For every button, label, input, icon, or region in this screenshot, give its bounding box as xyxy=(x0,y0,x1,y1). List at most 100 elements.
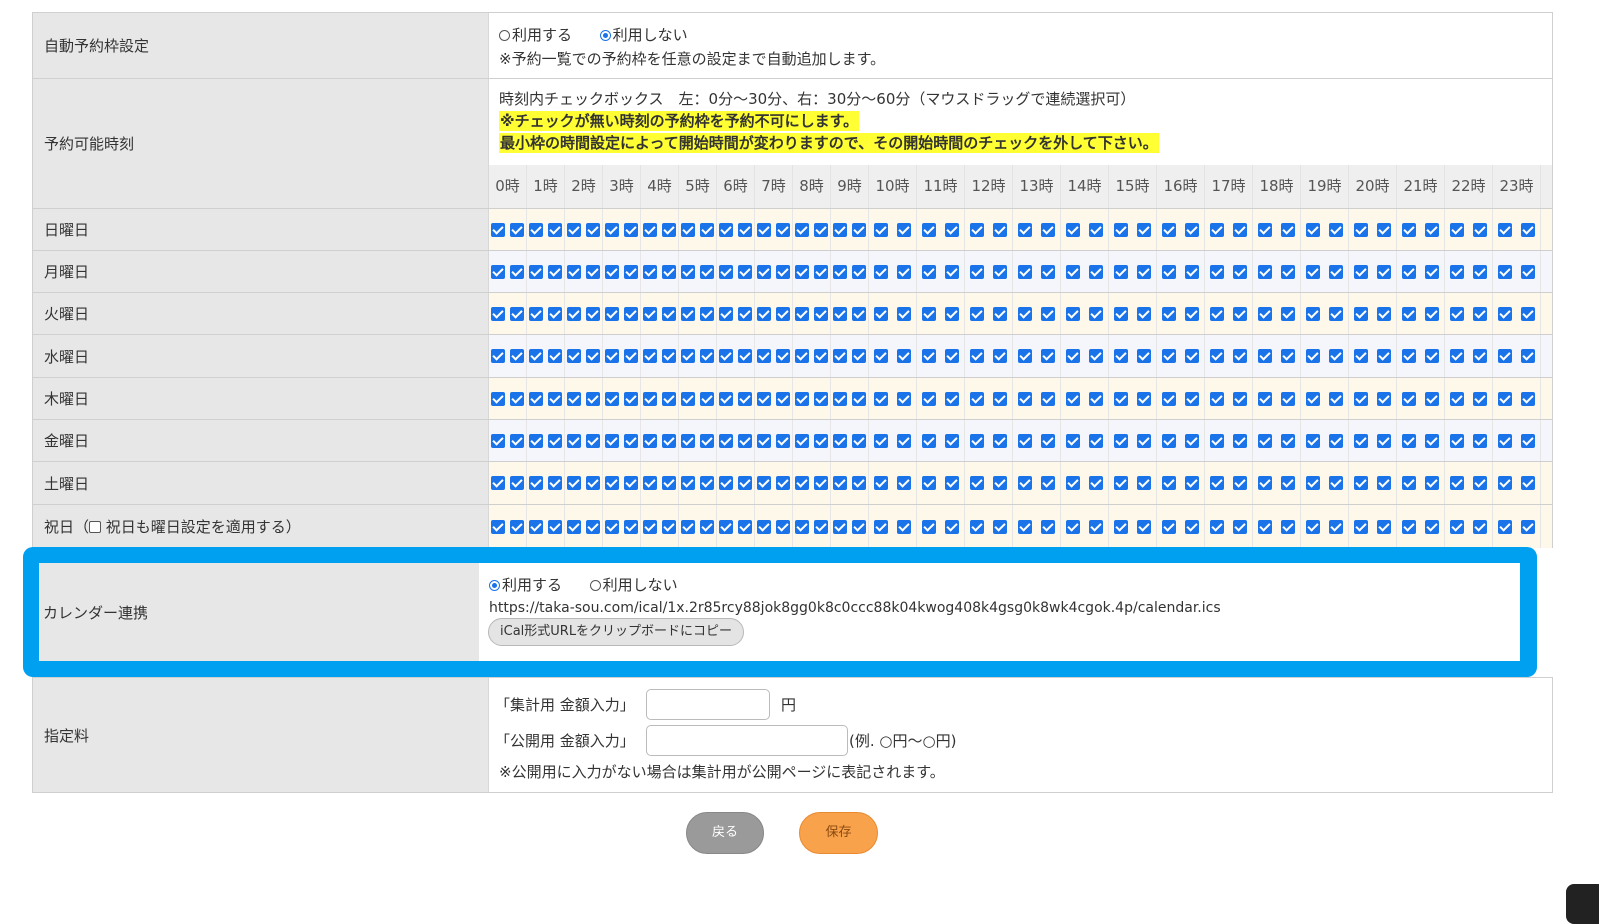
first-half-checkbox[interactable] xyxy=(643,476,658,490)
second-half-checkbox[interactable] xyxy=(1521,349,1536,363)
first-half-checkbox[interactable] xyxy=(491,391,506,406)
first-half-checkbox[interactable] xyxy=(833,476,848,490)
first-half-checkbox[interactable] xyxy=(795,264,810,279)
first-half-checkbox[interactable] xyxy=(681,264,696,279)
first-half-checkbox[interactable] xyxy=(643,391,658,406)
second-half-checkbox[interactable] xyxy=(945,391,960,406)
first-half-checkbox[interactable] xyxy=(1209,349,1224,363)
first-half-checkbox[interactable] xyxy=(1065,519,1080,534)
second-half-checkbox[interactable] xyxy=(547,476,562,490)
first-half-checkbox[interactable] xyxy=(921,264,936,279)
first-half-checkbox[interactable] xyxy=(1401,306,1416,321)
second-half-checkbox[interactable] xyxy=(1329,264,1344,279)
second-half-checkbox[interactable] xyxy=(1185,349,1200,363)
first-half-checkbox[interactable] xyxy=(757,349,772,363)
first-half-checkbox[interactable] xyxy=(491,519,506,534)
corner-widget[interactable] xyxy=(1566,884,1599,924)
first-half-checkbox[interactable] xyxy=(1209,476,1224,490)
second-half-checkbox[interactable] xyxy=(1233,476,1248,490)
second-half-checkbox[interactable] xyxy=(1425,476,1440,490)
second-half-checkbox[interactable] xyxy=(813,264,828,279)
first-half-checkbox[interactable] xyxy=(1113,391,1128,406)
second-half-checkbox[interactable] xyxy=(509,349,524,363)
first-half-checkbox[interactable] xyxy=(529,476,544,490)
first-half-checkbox[interactable] xyxy=(1401,222,1416,237)
first-half-checkbox[interactable] xyxy=(1209,433,1224,448)
first-half-checkbox[interactable] xyxy=(969,222,984,237)
second-half-checkbox[interactable] xyxy=(737,264,752,279)
first-half-checkbox[interactable] xyxy=(1113,476,1128,490)
auto-slot-radio-nouse[interactable]: 利用しない xyxy=(599,26,688,44)
second-half-checkbox[interactable] xyxy=(1089,222,1104,237)
second-half-checkbox[interactable] xyxy=(1137,433,1152,448)
second-half-checkbox[interactable] xyxy=(1473,391,1488,406)
second-half-checkbox[interactable] xyxy=(813,349,828,363)
second-half-checkbox[interactable] xyxy=(1233,264,1248,279)
second-half-checkbox[interactable] xyxy=(1041,264,1056,279)
second-half-checkbox[interactable] xyxy=(661,264,676,279)
second-half-checkbox[interactable] xyxy=(623,264,638,279)
first-half-checkbox[interactable] xyxy=(1497,264,1512,279)
first-half-checkbox[interactable] xyxy=(567,519,582,534)
first-half-checkbox[interactable] xyxy=(795,391,810,406)
second-half-checkbox[interactable] xyxy=(509,306,524,321)
second-half-checkbox[interactable] xyxy=(623,433,638,448)
first-half-checkbox[interactable] xyxy=(1449,519,1464,534)
second-half-checkbox[interactable] xyxy=(737,349,752,363)
second-half-checkbox[interactable] xyxy=(585,222,600,237)
first-half-checkbox[interactable] xyxy=(1065,349,1080,363)
first-half-checkbox[interactable] xyxy=(833,306,848,321)
first-half-checkbox[interactable] xyxy=(1401,476,1416,490)
first-half-checkbox[interactable] xyxy=(1113,433,1128,448)
second-half-checkbox[interactable] xyxy=(1137,349,1152,363)
second-half-checkbox[interactable] xyxy=(1185,306,1200,321)
first-half-checkbox[interactable] xyxy=(529,264,544,279)
first-half-checkbox[interactable] xyxy=(969,433,984,448)
second-half-checkbox[interactable] xyxy=(585,476,600,490)
first-half-checkbox[interactable] xyxy=(681,476,696,490)
first-half-checkbox[interactable] xyxy=(681,222,696,237)
second-half-checkbox[interactable] xyxy=(699,391,714,406)
second-half-checkbox[interactable] xyxy=(1425,433,1440,448)
first-half-checkbox[interactable] xyxy=(1161,349,1176,363)
second-half-checkbox[interactable] xyxy=(585,519,600,534)
first-half-checkbox[interactable] xyxy=(1017,519,1032,534)
save-button[interactable]: 保存 xyxy=(799,812,878,854)
first-half-checkbox[interactable] xyxy=(1113,264,1128,279)
first-half-checkbox[interactable] xyxy=(795,222,810,237)
first-half-checkbox[interactable] xyxy=(643,306,658,321)
first-half-checkbox[interactable] xyxy=(491,349,506,363)
first-half-checkbox[interactable] xyxy=(567,433,582,448)
second-half-checkbox[interactable] xyxy=(1473,222,1488,237)
second-half-checkbox[interactable] xyxy=(1089,476,1104,490)
first-half-checkbox[interactable] xyxy=(1017,433,1032,448)
first-half-checkbox[interactable] xyxy=(1353,519,1368,534)
second-half-checkbox[interactable] xyxy=(585,349,600,363)
calendar-radio-nouse[interactable]: 利用しない xyxy=(589,576,678,594)
first-half-checkbox[interactable] xyxy=(833,391,848,406)
second-half-checkbox[interactable] xyxy=(737,433,752,448)
second-half-checkbox[interactable] xyxy=(945,264,960,279)
second-half-checkbox[interactable] xyxy=(1377,222,1392,237)
first-half-checkbox[interactable] xyxy=(921,349,936,363)
holiday-checkbox[interactable] xyxy=(89,520,102,533)
second-half-checkbox[interactable] xyxy=(1473,349,1488,363)
first-half-checkbox[interactable] xyxy=(605,433,620,448)
second-half-checkbox[interactable] xyxy=(1041,519,1056,534)
first-half-checkbox[interactable] xyxy=(1353,222,1368,237)
first-half-checkbox[interactable] xyxy=(1257,264,1272,279)
first-half-checkbox[interactable] xyxy=(643,222,658,237)
first-half-checkbox[interactable] xyxy=(1353,391,1368,406)
second-half-checkbox[interactable] xyxy=(661,476,676,490)
second-half-checkbox[interactable] xyxy=(737,519,752,534)
second-half-checkbox[interactable] xyxy=(897,433,912,448)
first-half-checkbox[interactable] xyxy=(1161,476,1176,490)
first-half-checkbox[interactable] xyxy=(833,349,848,363)
second-half-checkbox[interactable] xyxy=(547,222,562,237)
second-half-checkbox[interactable] xyxy=(1377,519,1392,534)
second-half-checkbox[interactable] xyxy=(661,519,676,534)
first-half-checkbox[interactable] xyxy=(1497,433,1512,448)
first-half-checkbox[interactable] xyxy=(1401,264,1416,279)
second-half-checkbox[interactable] xyxy=(1233,222,1248,237)
first-half-checkbox[interactable] xyxy=(795,306,810,321)
